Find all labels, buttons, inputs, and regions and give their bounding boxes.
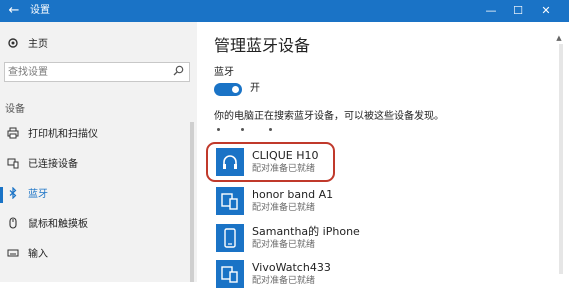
bluetooth-label: 蓝牙 xyxy=(214,67,234,78)
window-title: 设置 xyxy=(30,5,50,16)
maximize-button[interactable]: ☐ xyxy=(510,3,526,19)
sidebar-item-home[interactable]: 主页 xyxy=(0,34,197,56)
sidebar-item-bluetooth[interactable]: 蓝牙 xyxy=(0,184,197,206)
scroll-up-icon[interactable]: ▲ xyxy=(555,34,563,42)
progress-dot xyxy=(241,128,244,131)
device-icon xyxy=(216,260,244,288)
device-name: CLIQUE H10 xyxy=(252,149,319,162)
progress-dot xyxy=(269,128,272,131)
sidebar: 主页 设备 打印机和扫描仪 已连接设备 蓝牙 鼠标和触摸板 xyxy=(0,22,197,282)
title-bar: ← 设置 — ☐ ✕ xyxy=(0,0,569,22)
main-panel: 管理蓝牙设备 蓝牙 开 你的电脑正在搜索蓝牙设备，可以被这些设备发现。 CLIQ… xyxy=(197,22,569,288)
keyboard-icon xyxy=(6,247,20,261)
device-item[interactable]: CLIQUE H10 配对准备已就绪 xyxy=(214,148,544,182)
sidebar-item-input[interactable]: 输入 xyxy=(0,244,197,266)
sidebar-scrollbar[interactable] xyxy=(190,122,194,282)
page-title: 管理蓝牙设备 xyxy=(214,36,311,55)
sidebar-item-connected-devices[interactable]: 已连接设备 xyxy=(0,154,197,176)
headphones-icon xyxy=(216,148,244,176)
main-scrollbar[interactable] xyxy=(559,44,563,274)
device-name: VivoWatch433 xyxy=(252,261,331,274)
sidebar-item-label: 蓝牙 xyxy=(28,189,48,200)
searching-dots xyxy=(217,126,297,134)
device-name: Samantha的 iPhone xyxy=(252,225,360,238)
search-box[interactable] xyxy=(4,62,190,82)
minimize-button[interactable]: — xyxy=(483,3,499,19)
toggle-state-label: 开 xyxy=(250,83,260,94)
device-status: 配对准备已就绪 xyxy=(252,240,316,250)
connected-devices-icon xyxy=(6,157,20,171)
bluetooth-icon xyxy=(6,186,20,201)
back-arrow-icon[interactable]: ← xyxy=(6,3,22,19)
device-name: honor band A1 xyxy=(252,188,334,201)
discovery-status-text: 你的电脑正在搜索蓝牙设备，可以被这些设备发现。 xyxy=(214,111,444,122)
sidebar-item-label: 打印机和扫描仪 xyxy=(28,129,98,140)
sidebar-item-printers[interactable]: 打印机和扫描仪 xyxy=(0,124,197,146)
sidebar-item-mouse[interactable]: 鼠标和触摸板 xyxy=(0,214,197,236)
device-icon xyxy=(216,187,244,215)
sidebar-item-label: 鼠标和触摸板 xyxy=(28,219,88,230)
toggle-knob xyxy=(232,86,239,93)
printer-icon xyxy=(6,127,20,141)
phone-icon xyxy=(216,224,244,252)
gear-icon xyxy=(6,37,20,51)
search-input[interactable] xyxy=(8,64,166,80)
search-icon[interactable] xyxy=(171,65,185,79)
active-indicator xyxy=(0,187,3,203)
device-status: 配对准备已就绪 xyxy=(252,276,316,286)
sidebar-item-label: 输入 xyxy=(28,249,48,260)
device-item[interactable]: VivoWatch433 配对准备已就绪 xyxy=(214,260,544,294)
device-status: 配对准备已就绪 xyxy=(252,203,316,213)
device-item[interactable]: Samantha的 iPhone 配对准备已就绪 xyxy=(214,224,544,258)
bluetooth-toggle[interactable] xyxy=(214,83,242,96)
mouse-icon xyxy=(6,217,20,231)
close-button[interactable]: ✕ xyxy=(538,3,554,19)
device-status: 配对准备已就绪 xyxy=(252,164,316,174)
section-header: 设备 xyxy=(5,104,25,115)
device-item[interactable]: honor band A1 配对准备已就绪 xyxy=(214,187,544,221)
sidebar-item-label: 主页 xyxy=(28,39,48,50)
sidebar-item-label: 已连接设备 xyxy=(28,159,78,170)
progress-dot xyxy=(217,128,220,131)
